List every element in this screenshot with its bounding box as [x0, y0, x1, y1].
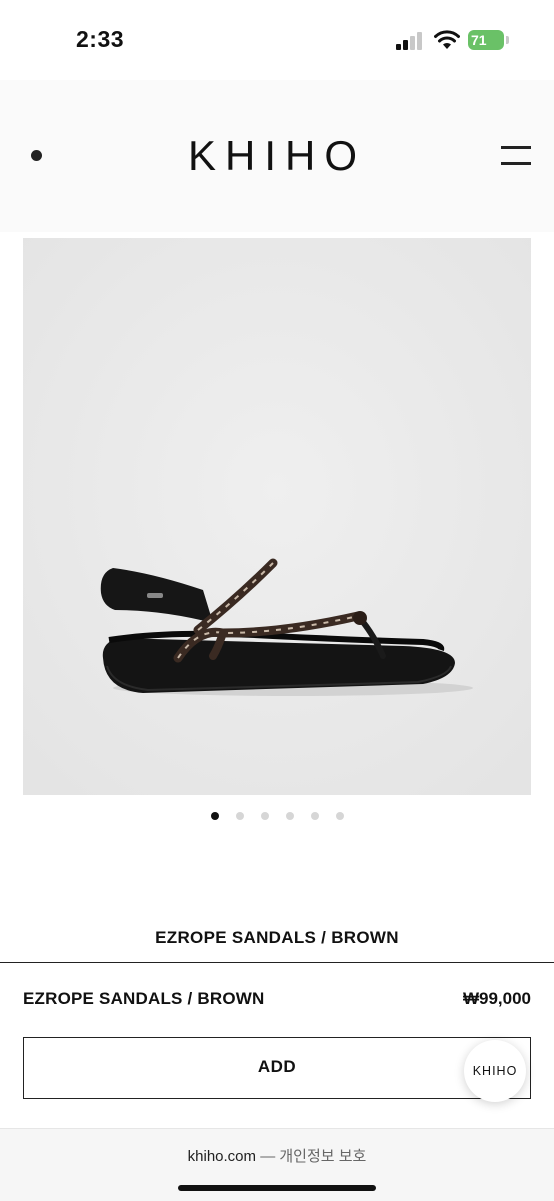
footer-text[interactable]: khiho.com — 개인정보 보호	[0, 1145, 554, 1166]
product-title: EZROPE SANDALS / BROWN	[155, 928, 399, 947]
carousel-dot-2[interactable]	[235, 812, 244, 820]
status-bar: 2:33 71	[0, 0, 554, 80]
purchase-bar: EZROPE SANDALS / BROWN ₩99,000 ADD	[0, 962, 554, 1129]
hamburger-menu-icon[interactable]	[501, 146, 531, 168]
browser-address-bar: khiho.com — 개인정보 보호	[0, 1128, 554, 1201]
purchase-product-name: EZROPE SANDALS / BROWN	[23, 989, 265, 1008]
floating-chat-button[interactable]: KHIHO	[464, 1040, 526, 1102]
image-carousel-indicator	[0, 812, 554, 824]
status-time: 2:33	[76, 26, 125, 52]
cellular-signal-icon	[396, 32, 422, 50]
site-logo[interactable]: KHIHO	[0, 132, 554, 180]
site-header: KHIHO	[0, 80, 554, 232]
footer-separator: —	[256, 1148, 280, 1165]
carousel-dot-3[interactable]	[260, 812, 269, 820]
home-indicator[interactable]	[178, 1185, 376, 1191]
add-to-cart-button[interactable]: ADD	[23, 1037, 531, 1099]
battery-icon: 71	[468, 30, 510, 52]
wifi-icon	[434, 30, 460, 49]
carousel-dot-5[interactable]	[310, 812, 319, 820]
battery-level: 71	[468, 30, 504, 50]
product-price: ₩99,000	[462, 989, 531, 1008]
product-image[interactable]	[23, 238, 531, 795]
privacy-label[interactable]: 개인정보 보호	[279, 1148, 366, 1165]
sandal-image	[23, 238, 531, 795]
carousel-dot-6[interactable]	[335, 812, 344, 820]
carousel-dot-4[interactable]	[285, 812, 294, 820]
site-domain[interactable]: khiho.com	[188, 1148, 256, 1165]
carousel-dot-1[interactable]	[210, 812, 219, 820]
